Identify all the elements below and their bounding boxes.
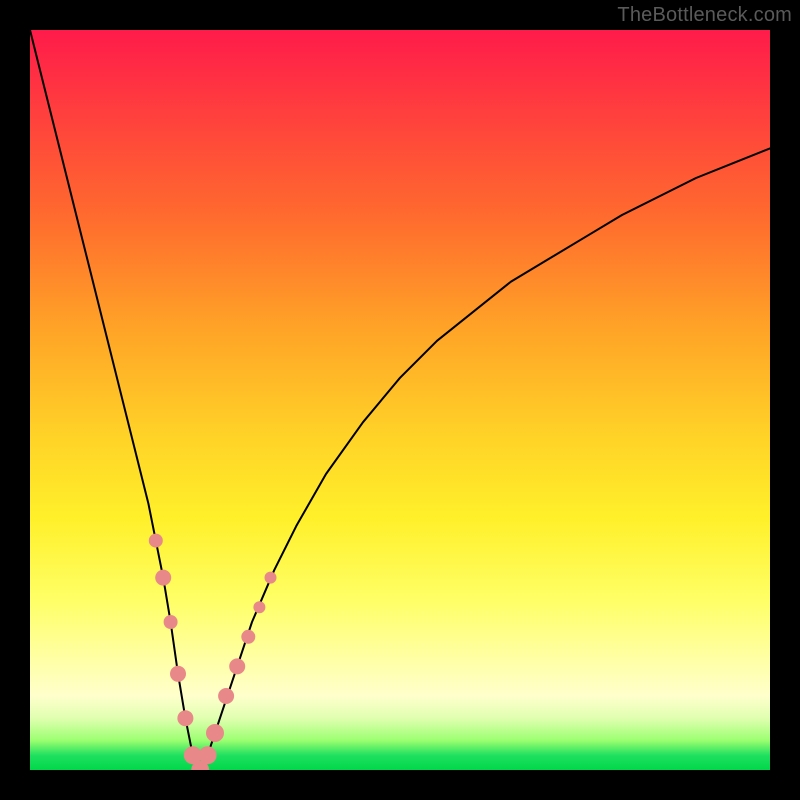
curve-marker [265, 572, 277, 584]
bottleneck-curve-line [30, 30, 770, 770]
chart-frame: TheBottleneck.com [0, 0, 800, 800]
curve-marker [218, 688, 234, 704]
curve-marker [149, 534, 163, 548]
chart-svg [30, 30, 770, 770]
watermark-text: TheBottleneck.com [617, 4, 792, 27]
curve-marker [155, 570, 171, 586]
bottleneck-curve-markers [149, 534, 277, 770]
curve-marker [206, 724, 224, 742]
curve-marker [229, 658, 245, 674]
curve-marker [199, 746, 217, 764]
plot-area [30, 30, 770, 770]
curve-marker [241, 630, 255, 644]
curve-marker [170, 666, 186, 682]
curve-marker [177, 710, 193, 726]
curve-marker [253, 601, 265, 613]
curve-marker [164, 615, 178, 629]
